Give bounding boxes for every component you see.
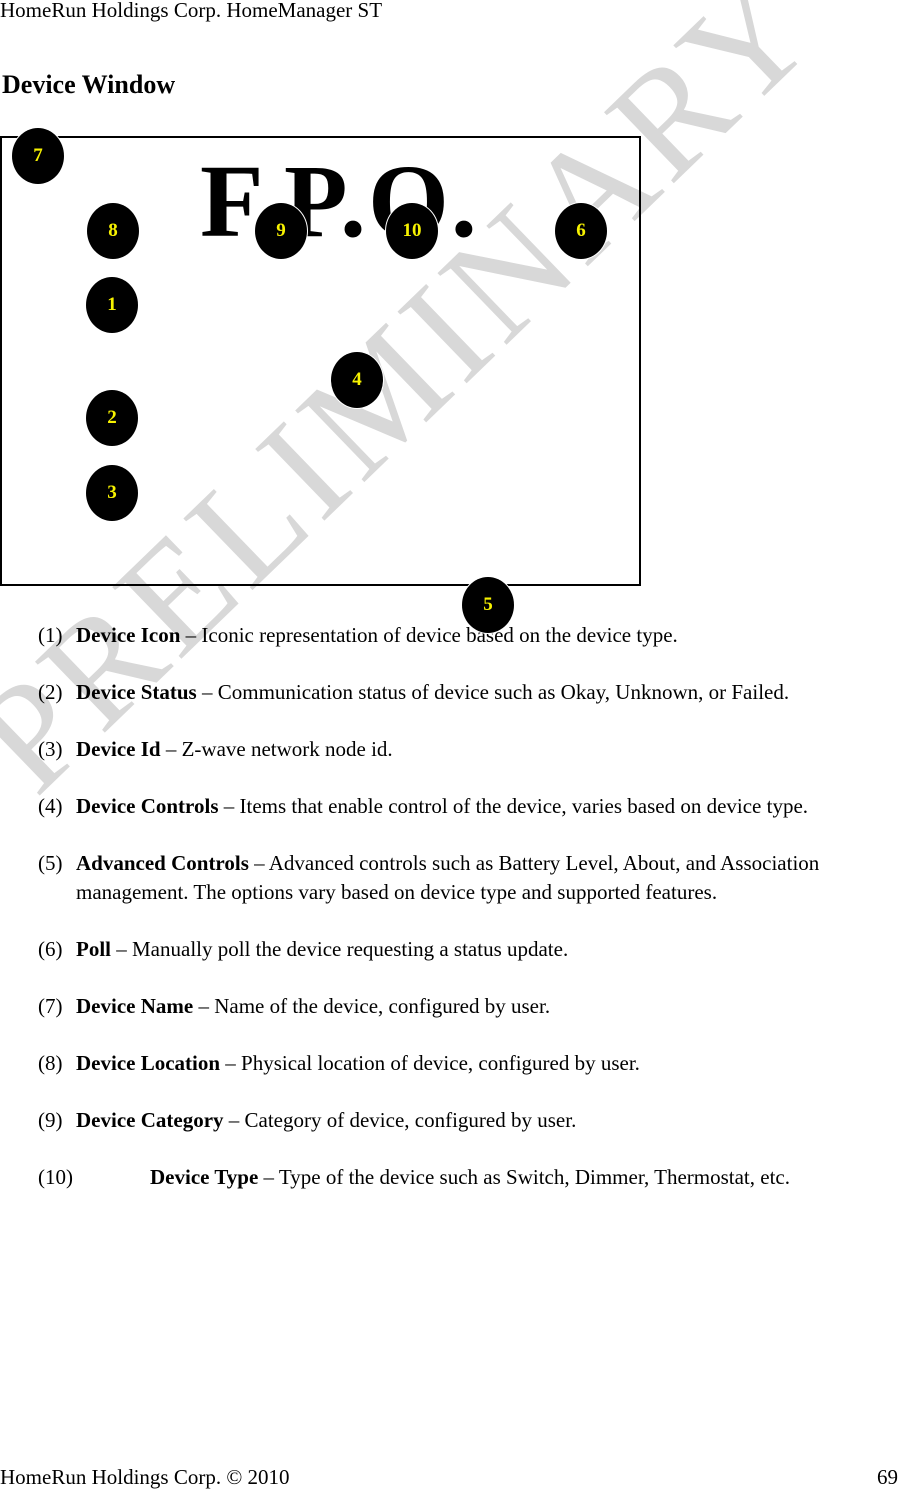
item-term: Device Controls — [76, 794, 219, 818]
callout-3: 3 — [86, 465, 138, 521]
item-term: Device Id — [76, 737, 161, 761]
item-description: – Name of the device, configured by user… — [193, 994, 551, 1018]
item-term: Poll — [76, 937, 111, 961]
item-number: (5) — [38, 851, 63, 875]
list-item: (2) Device Status – Communication status … — [38, 678, 898, 707]
item-description: – Items that enable control of the devic… — [218, 794, 809, 818]
callout-1: 1 — [86, 277, 138, 333]
item-term: Device Location — [76, 1051, 221, 1075]
list-item: (8) Device Location – Physical location o… — [38, 1049, 898, 1078]
running-header: HomeRun Holdings Corp. HomeManager ST — [0, 0, 383, 22]
item-term: Device Status — [76, 680, 197, 704]
list-item: (10) Device Type – Type of the device suc… — [38, 1163, 898, 1192]
item-term: Device Name — [76, 994, 194, 1018]
item-term: Device Type — [150, 1165, 259, 1189]
item-number: (2) — [38, 680, 63, 704]
callout-4: 4 — [331, 352, 383, 408]
item-term: Device Icon — [76, 623, 181, 647]
item-number: (8) — [38, 1051, 63, 1075]
item-description: – Z-wave network node id. — [160, 737, 393, 761]
item-description: – Type of the device such as Switch, Dim… — [258, 1165, 790, 1189]
list-item: (9) Device Category – Category of device,… — [38, 1106, 898, 1135]
item-term: Device Category — [76, 1108, 224, 1132]
callout-10: 10 — [386, 203, 438, 259]
list-item: (4) Device Controls – Items that enable c… — [38, 792, 898, 821]
item-number: (9) — [38, 1108, 63, 1132]
callout-8: 8 — [87, 203, 139, 259]
footer-copyright: HomeRun Holdings Corp. © 2010 — [0, 1465, 290, 1489]
item-number: (4) — [38, 794, 63, 818]
item-description: – Iconic representation of device based … — [180, 623, 678, 647]
callout-2: 2 — [86, 390, 138, 446]
callout-7: 7 — [12, 128, 64, 184]
callout-legend-list: (1) Device Icon – Iconic representation o… — [38, 621, 898, 1220]
list-item: (3) Device Id – Z-wave network node id. — [38, 735, 898, 764]
item-number: (6) — [38, 937, 63, 961]
item-term: Advanced Controls — [76, 851, 249, 875]
item-number: (10) — [38, 1165, 73, 1189]
callout-9: 9 — [255, 203, 307, 259]
list-item: (7) Device Name – Name of the device, con… — [38, 992, 898, 1021]
item-number: (3) — [38, 737, 63, 761]
page-number: 69 — [877, 1465, 898, 1489]
item-description: – Communication status of device such as… — [196, 680, 790, 704]
list-item: (6) Poll – Manually poll the device reque… — [38, 935, 898, 964]
item-number: (1) — [38, 623, 63, 647]
callout-6: 6 — [555, 203, 607, 259]
item-description: – Manually poll the device requesting a … — [111, 937, 569, 961]
item-description: – Category of device, configured by user… — [223, 1108, 577, 1132]
list-item: (1) Device Icon – Iconic representation o… — [38, 621, 898, 650]
callout-5: 5 — [462, 577, 514, 633]
list-item: (5) Advanced Controls – Advanced controls… — [38, 849, 898, 907]
section-title: Device Window — [2, 70, 176, 99]
item-description: – Physical location of device, configure… — [220, 1051, 640, 1075]
item-number: (7) — [38, 994, 63, 1018]
